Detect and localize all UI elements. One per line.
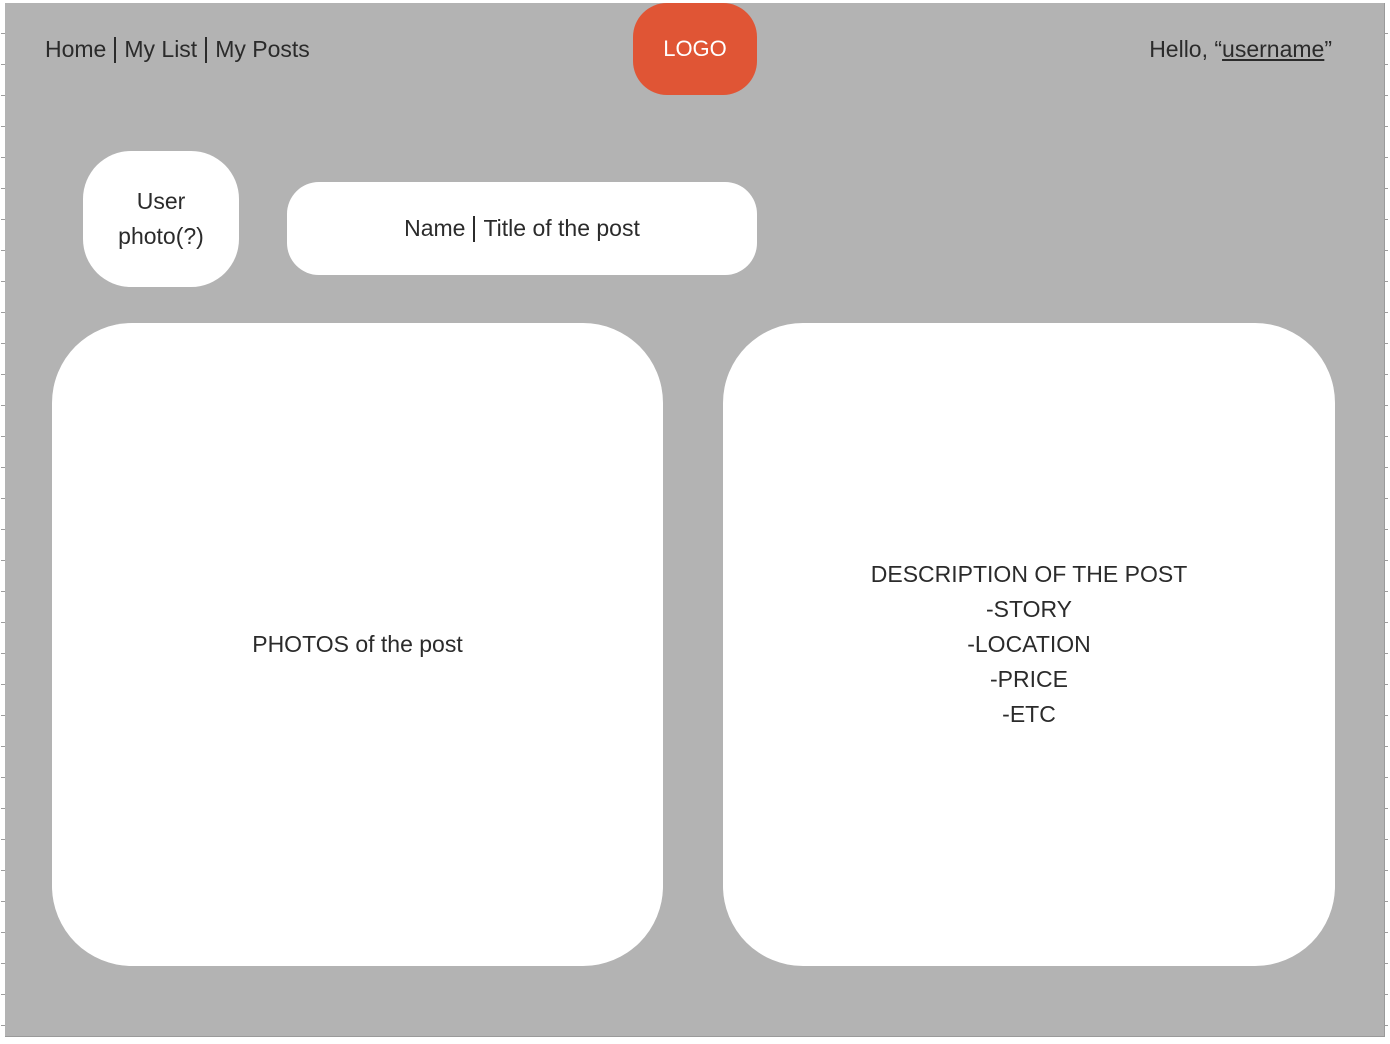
description-heading: DESCRIPTION OF THE POST	[870, 561, 1188, 587]
description-item-story: -STORY	[985, 596, 1073, 622]
post-photos-panel[interactable]: PHOTOS of the post	[52, 323, 663, 966]
username-link[interactable]: username	[1222, 36, 1324, 62]
user-photo-label-line1: User	[136, 188, 186, 214]
title-separator	[473, 215, 476, 242]
frame-edge-left	[1, 3, 5, 1036]
post-description-panel: DESCRIPTION OF THE POST -STORY -LOCATION…	[723, 323, 1335, 966]
post-title-box: Name Title of the post	[287, 182, 757, 275]
post-author-name: Name	[404, 215, 466, 241]
nav-home-link[interactable]: Home	[45, 36, 106, 63]
nav-separator	[114, 36, 117, 63]
greeting-suffix: ”	[1324, 36, 1332, 62]
logo-label: LOGO	[663, 36, 727, 61]
description-item-price: -PRICE	[990, 666, 1068, 692]
post-photos-label: PHOTOS of the post	[252, 631, 463, 657]
nav-separator	[205, 36, 208, 63]
nav-my-posts-link[interactable]: My Posts	[215, 36, 310, 63]
user-greeting: Hello, “username”	[1149, 36, 1332, 63]
post-title: Title of the post	[483, 215, 640, 241]
description-item-location: -LOCATION	[967, 631, 1091, 657]
nav-my-list-link[interactable]: My List	[124, 36, 197, 63]
page-canvas: Home My List My Posts LOGO Hello, “usern…	[1, 3, 1388, 1037]
top-nav: Home My List My Posts	[45, 36, 310, 63]
user-photo-label-line2: photo(?)	[118, 223, 204, 249]
frame-edge-right	[1384, 3, 1388, 1036]
description-item-etc: -ETC	[1002, 701, 1056, 727]
user-photo-placeholder[interactable]: User photo(?)	[83, 151, 239, 287]
logo[interactable]: LOGO	[633, 3, 757, 95]
greeting-prefix: Hello, “	[1149, 36, 1223, 62]
